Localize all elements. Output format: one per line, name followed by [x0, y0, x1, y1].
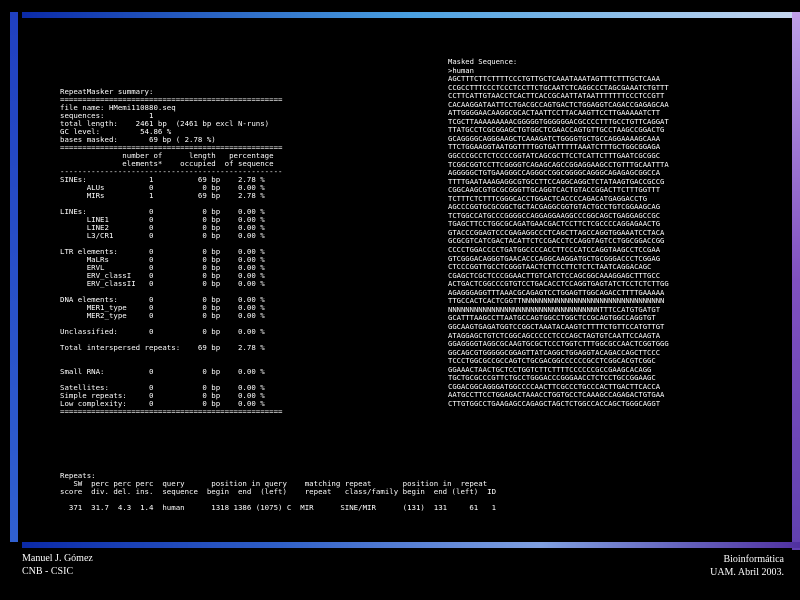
frame-bottom-bar [22, 542, 800, 548]
course-date: UAM. Abril 2003. [710, 567, 784, 578]
text-line: Total interspersed repeats: 69 bp 2.78 % [60, 343, 265, 352]
masked-sequence: Masked Sequence: >human AGCTTTCTTCTTTTCCCT… [448, 57, 669, 408]
repeats-table: Repeats: SW perc perc perc query positio… [60, 472, 496, 512]
text-line: MER2_type 0 0 bp 0.00 % [60, 311, 265, 320]
text-line: L3/CR1 0 0 bp 0.00 % [60, 231, 265, 240]
text-line: Unclassified: 0 0 bp 0.00 % [60, 327, 265, 336]
frame-right-bar [792, 12, 800, 550]
text-line: score div. del. ins. sequence begin end … [60, 487, 497, 496]
course-credit: Bioinformática UAM. Abril 2003. [680, 553, 784, 579]
text-line: CTTGTGGCCTGAAGAGCCAGAGCTAGCTCTGGCCACCAGC… [448, 398, 661, 408]
text-line [60, 352, 282, 360]
author-institution: CNB - CSIC [22, 566, 74, 577]
text-line: ERV_classII 0 0 bp 0.00 % [60, 279, 265, 288]
text-line: MIRs 1 69 bp 2.78 % [60, 191, 265, 200]
text-line: Masked Sequence: [448, 57, 518, 66]
frame-top-bar [22, 12, 800, 18]
author-credit: Manuel J. Gómez CNB - CSIC [22, 552, 93, 578]
text-line: ========================================… [60, 407, 283, 416]
author-name: Manuel J. Gómez [22, 553, 93, 564]
course-name: Bioinformática [723, 554, 784, 565]
frame-left-bar [10, 12, 18, 542]
text-line: Small RNA: 0 0 bp 0.00 % [60, 367, 265, 376]
text-line: 371 31.7 4.3 1.4 human 1318 1386 (1075) … [60, 503, 497, 512]
repeatmasker-summary: RepeatMasker summary: ===================… [60, 88, 282, 416]
